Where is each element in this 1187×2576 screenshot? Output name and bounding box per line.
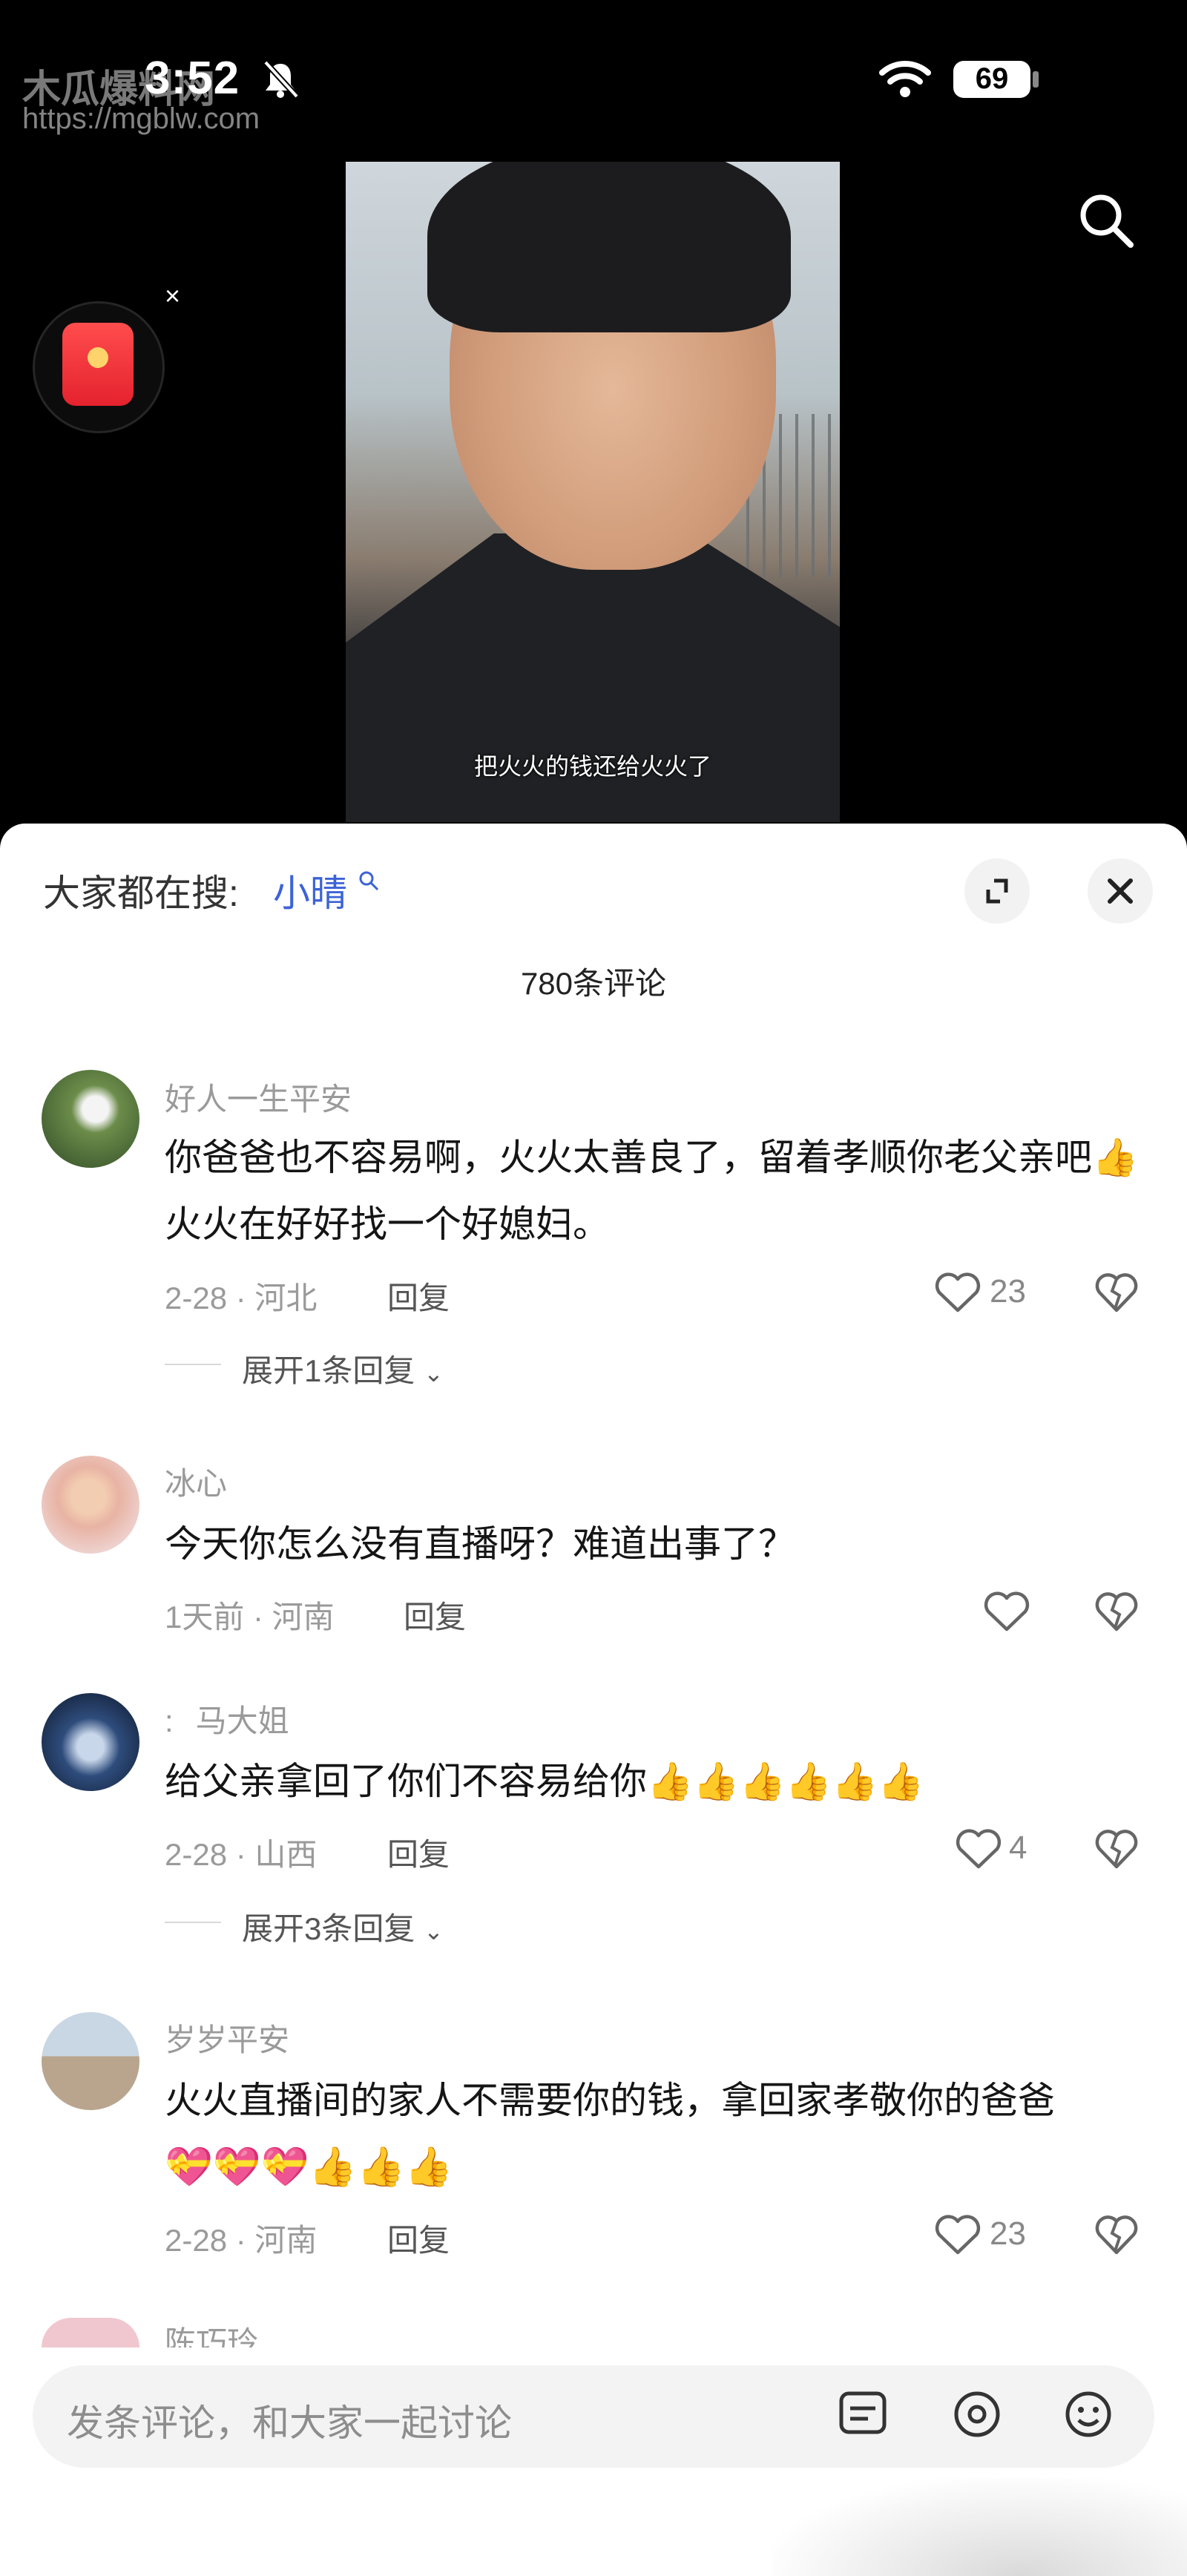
like-count: 4 (1009, 1830, 1027, 1866)
video-subtitle: 把火火的钱还给火火了 (473, 753, 711, 780)
expand-replies-button[interactable]: 展开1条回复 ⌄ (242, 1346, 444, 1391)
reply-button[interactable]: 回复 (387, 1273, 450, 1318)
heart-icon[interactable] (982, 1589, 1031, 1634)
comment-input-placeholder: 发条评论，和大家一起讨论 (67, 2402, 512, 2444)
heart-icon[interactable] (933, 1270, 982, 1315)
expand-replies-button[interactable]: 展开3条回复 ⌄ (242, 1904, 444, 1949)
comment-text[interactable]: 今天你怎么没有直播呀？难道出事了？ (165, 1511, 1159, 1577)
avatar[interactable] (42, 1070, 139, 1168)
red-packet-seal-icon (88, 347, 108, 368)
emoji-icon[interactable] (1061, 2388, 1116, 2447)
like-count: 23 (990, 1273, 1026, 1310)
hot-search-prefix: 大家都在搜: (43, 873, 239, 914)
expand-divider (165, 1364, 221, 1365)
comment-meta: 2-28 · 河南 (165, 2223, 318, 2258)
broken-heart-icon[interactable] (1094, 1589, 1140, 1634)
expand-divider (165, 1922, 221, 1923)
expand-arrows-icon (986, 878, 1008, 904)
close-icon (1108, 878, 1133, 904)
chevron-down-icon: ⌄ (424, 1918, 444, 1945)
image-comment-icon[interactable] (835, 2388, 890, 2447)
comment-meta: 1天前 · 河南 (165, 1600, 335, 1634)
heart-icon[interactable] (954, 1827, 1003, 1871)
hot-search-magnifier-icon (359, 871, 379, 891)
comment-username[interactable]: 好人一生平安 (165, 1074, 352, 1120)
red-packet-close-icon[interactable]: × (165, 280, 180, 312)
broken-heart-icon[interactable] (1094, 1270, 1140, 1315)
status-time: 3:52 (145, 53, 240, 104)
avatar[interactable] (42, 1693, 139, 1791)
reply-button[interactable]: 回复 (387, 2215, 450, 2261)
avatar[interactable] (42, 1456, 139, 1554)
at-mention-icon[interactable] (950, 2388, 1004, 2447)
comment-username[interactable]: 冰心 (165, 1459, 227, 1504)
broken-heart-icon[interactable] (1094, 2212, 1140, 2257)
bell-muted-icon (263, 60, 299, 99)
comment-meta: 2-28 · 山西 (165, 1837, 318, 1872)
broken-heart-icon[interactable] (1094, 1827, 1140, 1871)
comment-text[interactable]: 给父亲拿回了你们不容易给你👍👍👍👍👍👍 (165, 1748, 1159, 1815)
comment-count: 780条评论 (520, 966, 667, 1001)
reply-button[interactable]: 回复 (404, 1592, 466, 1637)
expand-replies-label: 展开3条回复 (242, 1911, 415, 1946)
comment-text[interactable]: 你爸爸也不容易啊，火火太善良了，留着孝顺你老父亲吧👍火火在好好找一个好媳妇。 (165, 1124, 1159, 1258)
background-mist-overlay (772, 2478, 1187, 2576)
avatar[interactable] (42, 2318, 139, 2347)
comment-meta: 2-28 · 河北 (165, 1281, 318, 1315)
watermark-url: https://mgblw.com (22, 102, 260, 135)
video-hair (427, 162, 791, 332)
comment-text-body: 火火直播间的家人不需要你的钱，拿回家孝敬你的爸爸 (165, 2080, 1055, 2121)
avatar[interactable] (42, 2012, 139, 2110)
comment-username[interactable]: 陈巧玲 (165, 2318, 258, 2347)
reply-button[interactable]: 回复 (387, 1830, 450, 1875)
heart-icon[interactable] (933, 2212, 982, 2257)
comment-username[interactable]: 岁岁平安 (165, 2015, 289, 2060)
battery-indicator: 69 (953, 58, 1042, 101)
search-icon[interactable] (1076, 190, 1137, 251)
username-prefix: : (165, 1703, 174, 1738)
chevron-down-icon: ⌄ (424, 1360, 444, 1387)
close-comments-button[interactable] (1088, 858, 1153, 924)
expand-replies-label: 展开1条回复 (242, 1353, 415, 1388)
video-player[interactable]: 把火火的钱还给火火了 (346, 162, 840, 822)
comment-username[interactable]: : 马大姐 (165, 1696, 289, 1741)
wifi-icon (879, 61, 931, 97)
username-text: 马大姐 (195, 1703, 289, 1738)
comment-emoji-line: 💝💝💝👍👍👍 (165, 2146, 453, 2189)
hot-search-term[interactable]: 小晴 (273, 864, 347, 917)
like-count: 23 (990, 2215, 1026, 2252)
battery-level: 69 (975, 62, 1009, 95)
comment-text[interactable]: 火火直播间的家人不需要你的钱，拿回家孝敬你的爸爸 💝💝💝👍👍👍 (165, 2067, 1159, 2201)
fullscreen-comments-button[interactable] (964, 858, 1030, 924)
